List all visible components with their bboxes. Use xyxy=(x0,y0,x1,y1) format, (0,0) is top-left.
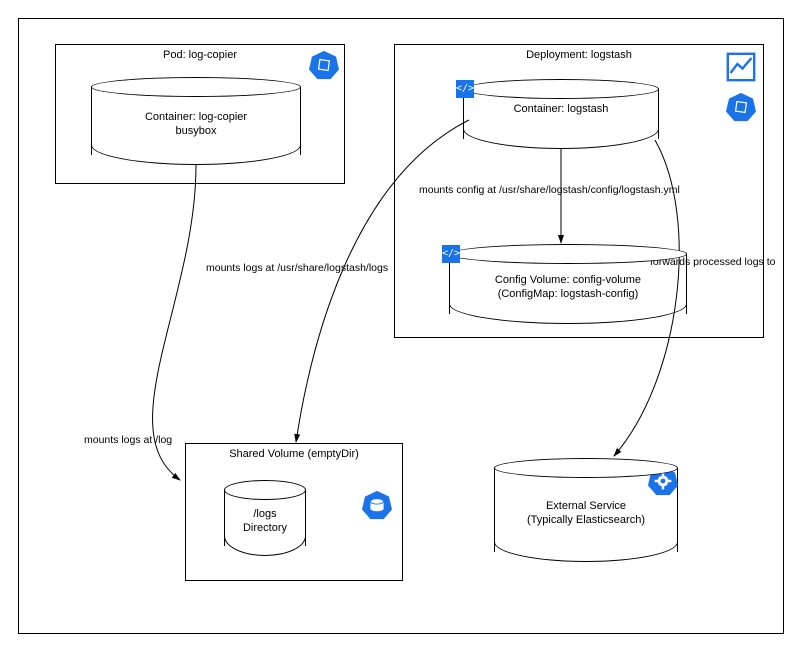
code-icon: </> xyxy=(442,245,460,263)
container-logstash-label: Container: logstash xyxy=(463,103,659,115)
config-volume-label2: (ConfigMap: logstash-config) xyxy=(449,288,687,300)
edge-mounts-config: mounts config at /usr/share/logstash/con… xyxy=(419,184,680,196)
external-label2: (Typically Elasticsearch) xyxy=(494,514,678,526)
container-log-copier: Container: log-copier busybox xyxy=(91,77,301,165)
kubernetes-icon xyxy=(309,50,339,80)
container-logstash: Container: logstash xyxy=(463,79,659,149)
config-volume: Config Volume: config-volume (ConfigMap:… xyxy=(449,244,687,324)
kubernetes-volume-icon xyxy=(362,490,392,520)
pod-title: Pod: log-copier xyxy=(56,45,344,61)
external-service: External Service (Typically Elasticsearc… xyxy=(494,458,678,562)
container-log-copier-label1: Container: log-copier xyxy=(91,111,301,123)
logs-dir-label1: /logs xyxy=(224,508,306,520)
logs-directory: /logs Directory xyxy=(224,480,306,556)
edge-mounts-log: mounts logs at /log xyxy=(84,434,172,446)
deployment-title: Deployment: logstash xyxy=(395,45,763,61)
chart-icon xyxy=(726,52,756,82)
code-icon: </> xyxy=(456,80,474,98)
shared-volume-title: Shared Volume (emptyDir) xyxy=(186,444,402,460)
edge-mounts-logs-logstash: mounts logs at /usr/share/logstash/logs xyxy=(206,262,388,274)
container-log-copier-label2: busybox xyxy=(91,125,301,137)
kubernetes-icon xyxy=(726,92,756,122)
logs-dir-label2: Directory xyxy=(224,522,306,534)
config-volume-label1: Config Volume: config-volume xyxy=(449,274,687,286)
external-label1: External Service xyxy=(494,500,678,512)
